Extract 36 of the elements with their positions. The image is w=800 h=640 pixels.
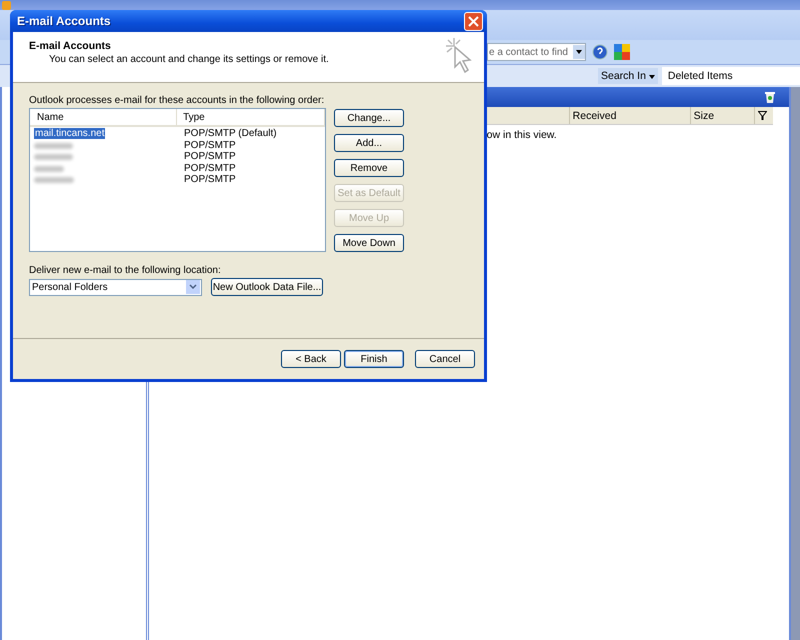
footer-button[interactable]: < Back: [281, 350, 341, 368]
account-type: POP/SMTP: [183, 151, 236, 162]
dialog-title: E-mail Accounts: [17, 14, 111, 28]
side-button[interactable]: Change...: [334, 109, 404, 127]
outlook-icon: [2, 1, 11, 10]
header-title: E-mail Accounts: [29, 40, 112, 52]
close-icon: [468, 16, 479, 26]
help-icon[interactable]: [592, 44, 608, 60]
contact-search-field[interactable]: e a contact to find: [487, 43, 586, 61]
column-header[interactable]: Size: [690, 107, 754, 124]
list-column-header[interactable]: Type: [177, 109, 325, 125]
deliver-label: Deliver new e-mail to the following location:: [29, 265, 222, 276]
close-button[interactable]: [464, 12, 483, 30]
search-scope: Deleted Items: [662, 67, 800, 85]
trash-icon: [764, 92, 775, 102]
account-name[interactable]: mail.tincans.net: [34, 128, 106, 139]
side-button[interactable]: Move Down: [334, 234, 404, 252]
caret-icon: [648, 75, 655, 79]
filter-icon[interactable]: [758, 111, 767, 120]
list-label: Outlook processes e-mail for these accounts in the following order:: [29, 95, 326, 106]
column-header[interactable]: Received: [568, 107, 690, 124]
side-button[interactable]: Add...: [334, 134, 404, 152]
footer-button[interactable]: Cancel: [415, 350, 475, 368]
new-data-file-button[interactable]: New Outlook Data File...: [211, 278, 323, 296]
header-subtitle: You can select an account and change its settings or remove it.: [48, 54, 329, 65]
empty-message: ow in this view.: [486, 129, 557, 141]
account-type: POP/SMTP: [183, 174, 236, 186]
account-type: POP/SMTP (Default): [183, 128, 277, 140]
footer-button[interactable]: Finish: [344, 350, 404, 368]
search-in-button[interactable]: Search In: [598, 68, 658, 84]
side-button[interactable]: Remove: [334, 159, 404, 177]
color-squares-icon[interactable]: [614, 44, 630, 60]
account-type: POP/SMTP: [183, 162, 236, 174]
account-type: POP/SMTP: [183, 140, 236, 151]
location-dropdown[interactable]: Personal Folders: [29, 278, 202, 296]
list-column-header[interactable]: Name: [30, 109, 178, 125]
